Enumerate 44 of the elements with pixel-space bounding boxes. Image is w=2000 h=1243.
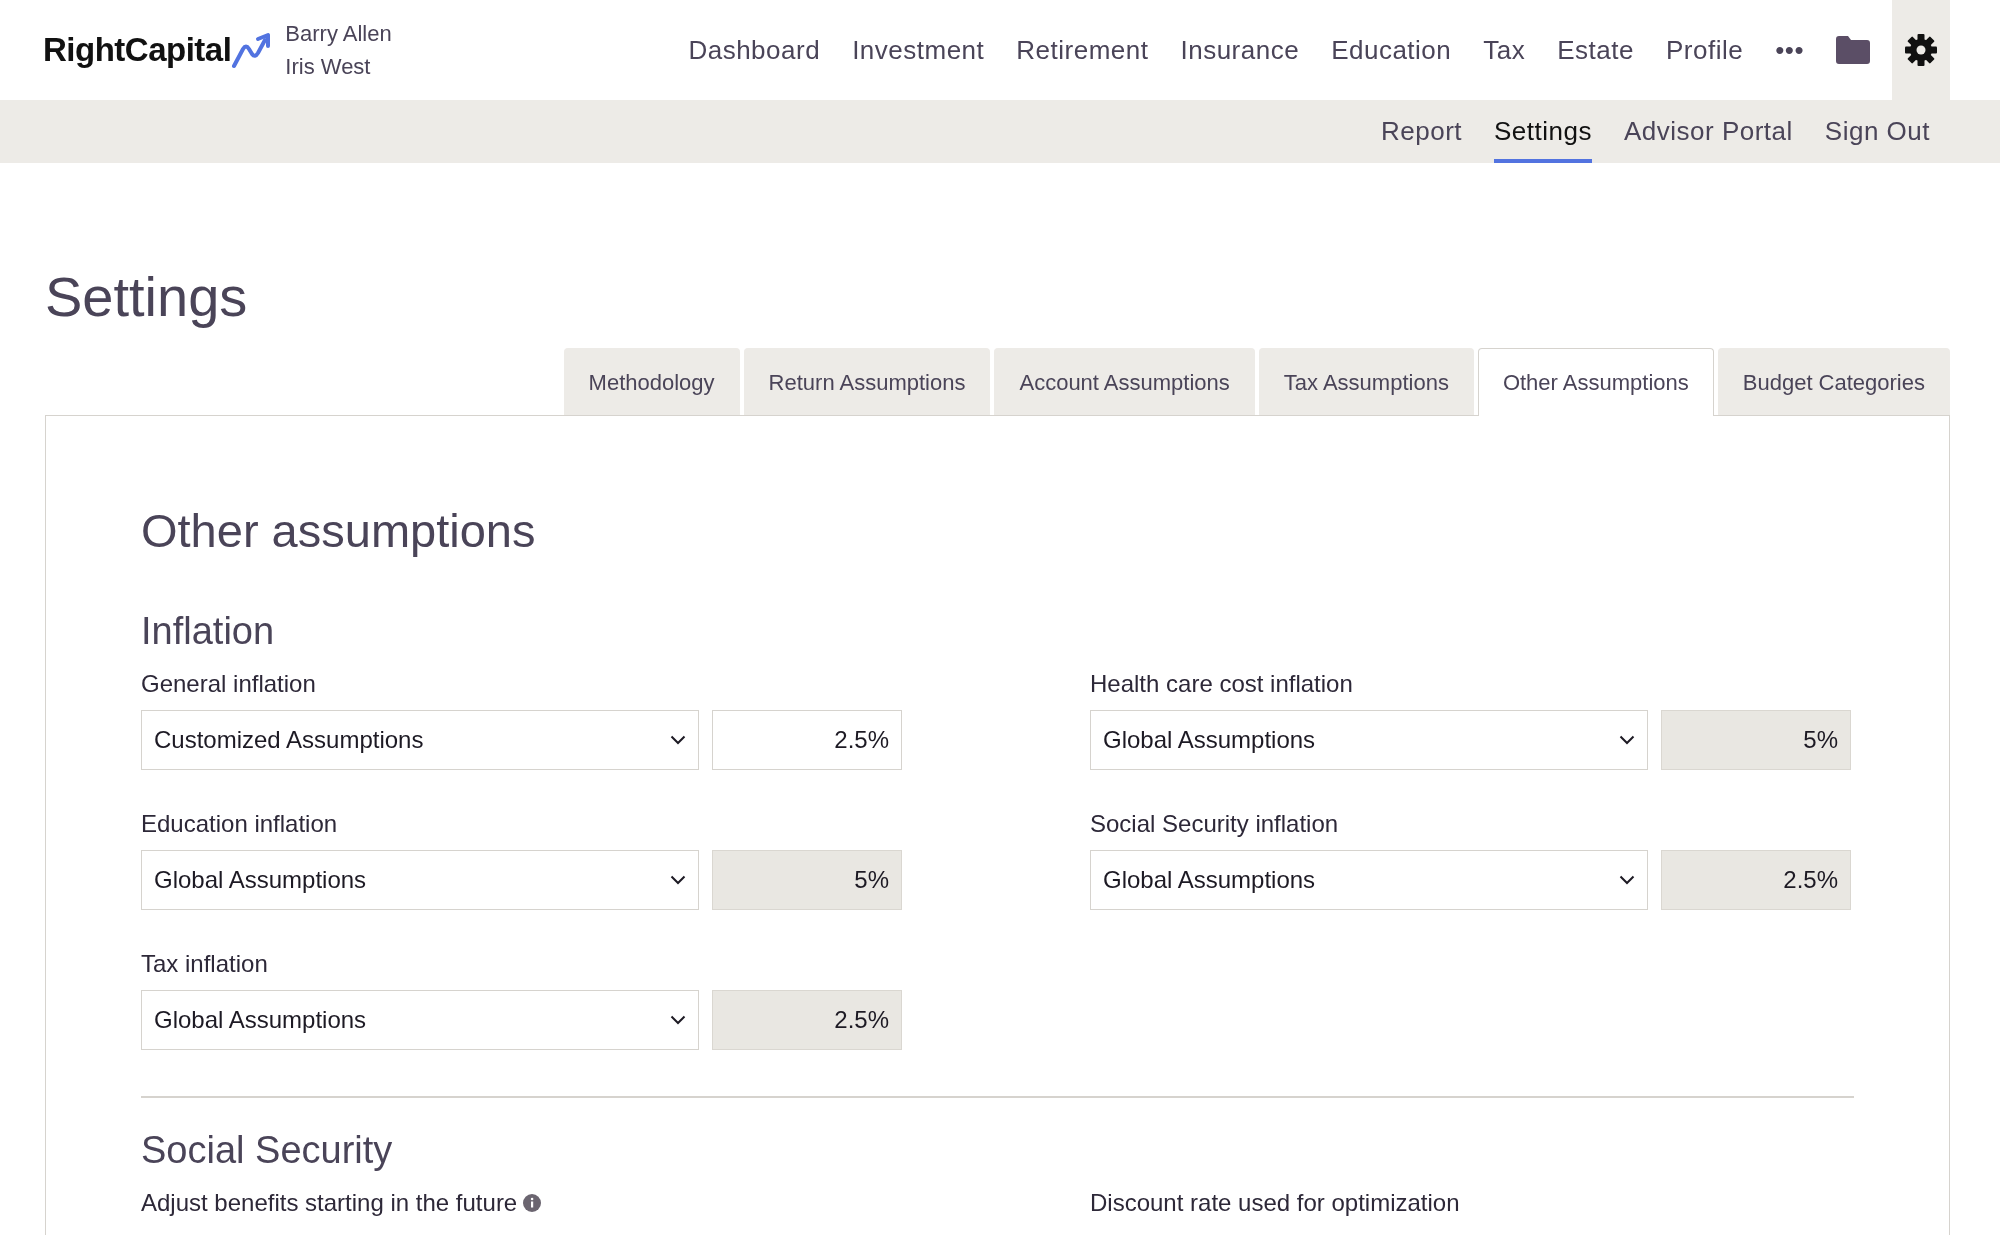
field-label: Social Security inflation (1090, 808, 1339, 839)
field-label: Health care cost inflation (1090, 668, 1353, 699)
nav-link[interactable]: Tax (1483, 30, 1526, 70)
section-title: Inflation (141, 608, 276, 654)
nav-link[interactable]: Education (1331, 30, 1452, 70)
dropdown[interactable]: Customized Assumptions (141, 709, 699, 770)
nav-link[interactable]: Retirement (1016, 30, 1149, 70)
chart-arrow-icon (231, 31, 272, 69)
tab[interactable]: Return Assumptions (743, 348, 991, 416)
tab[interactable]: Other Assumptions (1477, 348, 1714, 417)
field-label: Tax inflation (141, 948, 268, 979)
chevron-down-icon (1619, 734, 1635, 745)
section-title: Social Security (141, 1127, 394, 1173)
tab[interactable]: Methodology (563, 348, 740, 416)
nav-link[interactable]: Dashboard (688, 30, 821, 70)
logo-text: RightCapital (43, 30, 232, 71)
page-title: Settings (45, 264, 249, 330)
input-field[interactable]: 2.5% (712, 709, 902, 770)
client-name: Barry Allen (285, 20, 392, 48)
field-label: General inflation (141, 668, 316, 699)
chevron-down-icon (670, 874, 686, 885)
chevron-down-icon (670, 734, 686, 745)
nav-link[interactable]: Estate (1557, 30, 1634, 70)
more-menu[interactable]: ••• (1775, 30, 1804, 70)
field-label: Adjust benefits starting in the future (141, 1187, 518, 1218)
tab[interactable]: Account Assumptions (994, 348, 1255, 416)
tab[interactable]: Budget Categories (1717, 348, 1950, 416)
nav-link[interactable]: Insurance (1180, 30, 1300, 70)
nav-link[interactable]: Investment (852, 30, 985, 70)
nav-link[interactable]: Report (1381, 100, 1463, 163)
nav-link[interactable]: Advisor Portal (1624, 100, 1793, 163)
nav-link[interactable]: Settings (1494, 100, 1592, 163)
info-icon[interactable] (523, 1193, 542, 1212)
panel-title: Other assumptions (141, 503, 537, 560)
field-label: Discount rate used for optimization (1090, 1187, 1460, 1218)
field-label: Education inflation (141, 808, 338, 839)
client-name: Iris West (285, 53, 372, 81)
folder-icon[interactable] (1836, 36, 1870, 64)
settings-icon[interactable] (1905, 34, 1937, 66)
chevron-down-icon (1619, 874, 1635, 885)
tab[interactable]: Tax Assumptions (1258, 348, 1474, 416)
nav-link[interactable]: Sign Out (1824, 100, 1930, 163)
chevron-down-icon (670, 1014, 686, 1025)
nav-link[interactable]: Profile (1666, 30, 1744, 70)
